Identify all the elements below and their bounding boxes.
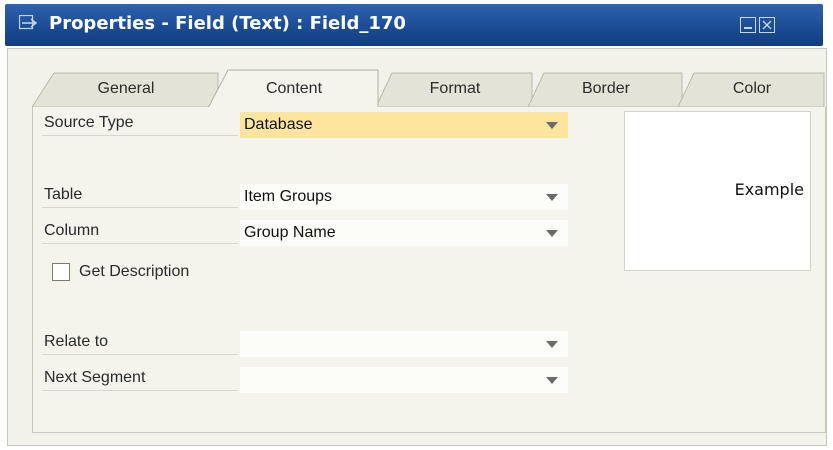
tab-format-label: Format <box>429 80 481 97</box>
relate-to-label: Relate to <box>44 333 109 350</box>
tab-general[interactable]: General <box>32 71 220 107</box>
next-segment-label: Next Segment <box>44 369 146 386</box>
chevron-down-icon <box>546 122 558 129</box>
title-bar[interactable]: Properties - Field (Text) : Field_170 <box>5 4 823 46</box>
column-label: Column <box>44 222 100 239</box>
next-segment-underline <box>42 390 238 391</box>
chevron-down-icon <box>546 194 558 201</box>
tab-color[interactable]: Color <box>678 71 826 107</box>
properties-window-icon <box>19 15 37 30</box>
column-value: Group Name <box>244 224 336 241</box>
tab-general-label: General <box>97 80 155 97</box>
relate-to-dropdown[interactable] <box>240 331 568 357</box>
table-dropdown[interactable]: Item Groups <box>240 184 568 210</box>
column-underline <box>42 243 238 244</box>
close-icon <box>762 20 772 30</box>
content-panel: Source Type Database Table Item Groups C… <box>32 107 826 433</box>
tab-content-label: Content <box>265 80 323 97</box>
close-button[interactable] <box>759 17 775 33</box>
table-label: Table <box>44 186 83 203</box>
next-segment-dropdown[interactable] <box>240 367 568 393</box>
source-type-label: Source Type <box>44 114 134 131</box>
relate-to-underline <box>42 354 238 355</box>
source-type-value: Database <box>244 116 313 133</box>
tab-strip: General Format Border Color Content <box>8 49 828 109</box>
minimize-button[interactable] <box>740 17 756 33</box>
tab-content[interactable]: Content <box>208 69 380 108</box>
example-preview-text: Example <box>734 180 804 199</box>
chevron-down-icon <box>546 341 558 348</box>
tab-color-label: Color <box>732 80 772 97</box>
chevron-down-icon <box>546 230 558 237</box>
dialog-client-area: General Format Border Color Content Sour… <box>7 48 827 446</box>
chevron-down-icon <box>546 377 558 384</box>
table-underline <box>42 207 238 208</box>
properties-window: Properties - Field (Text) : Field_170 Ge… <box>0 0 833 450</box>
tab-format[interactable]: Format <box>376 71 534 107</box>
column-dropdown[interactable]: Group Name <box>240 220 568 246</box>
get-description-checkbox[interactable] <box>52 263 70 281</box>
tab-border[interactable]: Border <box>528 71 684 107</box>
table-value: Item Groups <box>244 188 333 205</box>
window-title: Properties - Field (Text) : Field_170 <box>49 13 406 34</box>
example-preview-box: Example <box>624 111 811 271</box>
source-type-dropdown[interactable]: Database <box>240 112 568 138</box>
source-type-underline <box>42 135 238 136</box>
tab-border-label: Border <box>581 80 631 97</box>
get-description-label: Get Description <box>79 263 190 280</box>
